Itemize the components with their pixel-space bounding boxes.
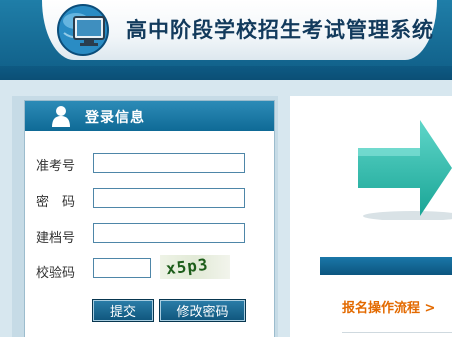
captcha-text: x5p3: [165, 255, 210, 279]
captcha-label: 校验码: [36, 266, 76, 281]
content-panel: 报名操作流程 >: [290, 96, 452, 337]
app-header: 高中阶段学校招生考试管理系统: [0, 0, 452, 80]
submit-button[interactable]: 提交: [92, 299, 154, 322]
monitor-globe-icon: [57, 4, 109, 56]
change-password-button[interactable]: 修改密码: [159, 299, 246, 322]
registration-flow-link[interactable]: 报名操作流程 >: [342, 297, 435, 316]
record-no-label: 建档号: [36, 231, 76, 246]
user-icon: [52, 106, 70, 127]
record-no-input[interactable]: [93, 223, 245, 243]
password-input[interactable]: [93, 188, 245, 208]
right-arrow-icon: [358, 120, 452, 220]
captcha-image[interactable]: x5p3: [160, 255, 230, 279]
header-band: [0, 66, 452, 80]
app-title: 高中阶段学校招生考试管理系统: [126, 17, 434, 42]
login-title-bar: 登录信息: [25, 101, 274, 131]
captcha-input[interactable]: [93, 258, 151, 278]
divider: [342, 332, 452, 333]
password-label: 密 码: [36, 195, 76, 210]
exam-no-input[interactable]: [93, 153, 245, 173]
exam-no-label: 准考号: [36, 159, 76, 174]
login-title: 登录信息: [85, 110, 145, 126]
login-panel: 登录信息 准考号 密 码 建档号 校验码 x5p3 提交 修改密码: [24, 100, 275, 337]
section-bar: [320, 257, 452, 275]
